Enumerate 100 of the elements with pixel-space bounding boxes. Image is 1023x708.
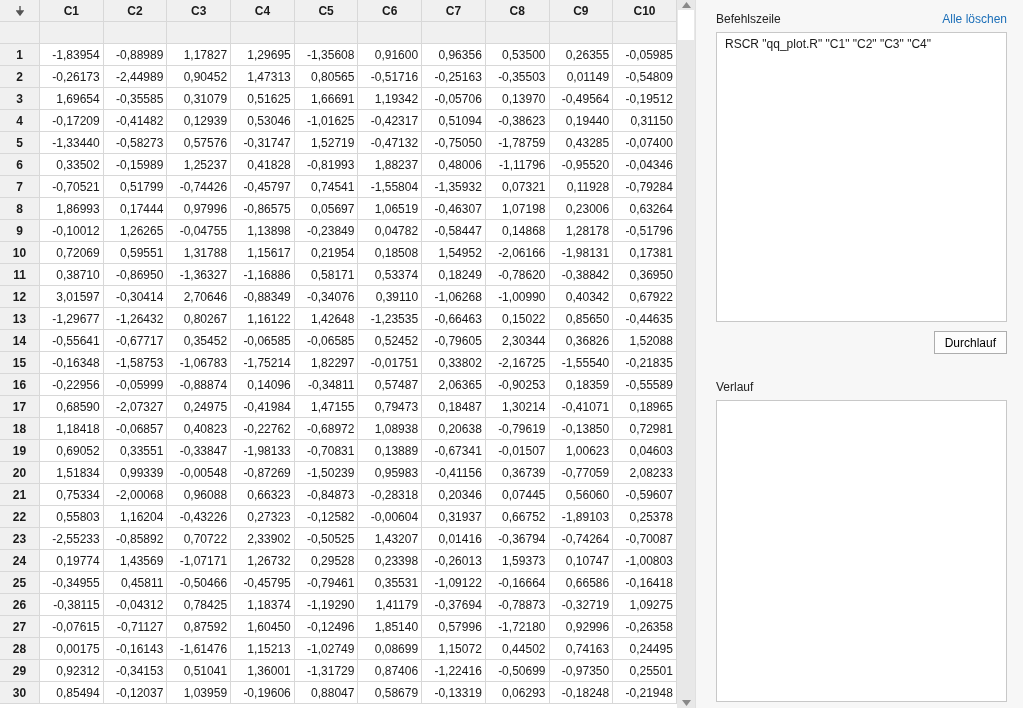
table-cell[interactable]: -1,78759 xyxy=(485,132,550,154)
table-cell[interactable]: -0,44635 xyxy=(613,308,677,330)
table-cell[interactable]: -0,55641 xyxy=(40,330,104,352)
table-cell[interactable]: 1,43569 xyxy=(103,550,168,572)
table-cell[interactable]: 0,87592 xyxy=(167,616,232,638)
table-cell[interactable]: -1,16886 xyxy=(231,264,295,286)
table-cell[interactable]: -0,79461 xyxy=(294,572,359,594)
table-cell[interactable]: -1,07171 xyxy=(167,550,232,572)
table-cell[interactable]: -0,59607 xyxy=(613,484,677,506)
table-cell[interactable]: -0,45797 xyxy=(231,176,295,198)
vertical-scrollbar[interactable] xyxy=(677,0,695,708)
table-cell[interactable]: 0,96088 xyxy=(167,484,232,506)
table-cell[interactable]: 0,14868 xyxy=(485,220,550,242)
sort-arrow-header[interactable] xyxy=(0,0,40,22)
table-cell[interactable]: -0,16418 xyxy=(613,572,677,594)
table-cell[interactable]: -0,66463 xyxy=(422,308,486,330)
table-cell[interactable]: -1,00803 xyxy=(613,550,677,572)
table-cell[interactable]: 1,60450 xyxy=(231,616,295,638)
table-cell[interactable]: 1,15072 xyxy=(422,638,486,660)
row-number[interactable]: 7 xyxy=(0,176,40,198)
table-cell[interactable]: -1,36327 xyxy=(167,264,232,286)
table-cell[interactable]: 0,88047 xyxy=(294,682,359,704)
table-cell[interactable]: -0,54809 xyxy=(613,66,677,88)
table-cell[interactable]: 0,66323 xyxy=(231,484,295,506)
table-cell[interactable]: -0,41984 xyxy=(231,396,295,418)
table-cell[interactable]: 1,52719 xyxy=(294,132,359,154)
table-cell[interactable]: -0,86575 xyxy=(231,198,295,220)
column-name-cell[interactable] xyxy=(485,22,550,44)
table-cell[interactable]: 0,90452 xyxy=(167,66,232,88)
table-cell[interactable]: 1,86993 xyxy=(40,198,104,220)
table-cell[interactable]: -0,38842 xyxy=(549,264,614,286)
table-cell[interactable]: -0,34955 xyxy=(40,572,104,594)
table-cell[interactable]: 0,19774 xyxy=(40,550,104,572)
table-cell[interactable]: 0,23006 xyxy=(549,198,614,220)
table-cell[interactable]: 2,08233 xyxy=(613,462,677,484)
table-cell[interactable]: -0,26013 xyxy=(422,550,486,572)
table-cell[interactable]: -1,31729 xyxy=(294,660,359,682)
table-cell[interactable]: -2,07327 xyxy=(103,396,168,418)
table-cell[interactable]: 0,92996 xyxy=(549,616,614,638)
table-cell[interactable]: 1,25237 xyxy=(167,154,232,176)
table-cell[interactable]: 0,53374 xyxy=(358,264,423,286)
table-cell[interactable]: 1,16204 xyxy=(103,506,168,528)
row-number[interactable]: 6 xyxy=(0,154,40,176)
table-cell[interactable]: -1,83954 xyxy=(40,44,104,66)
table-cell[interactable]: 0,23398 xyxy=(358,550,423,572)
table-cell[interactable]: -0,95520 xyxy=(549,154,614,176)
table-cell[interactable]: 1,07198 xyxy=(485,198,550,220)
table-cell[interactable]: 1,43207 xyxy=(358,528,423,550)
table-cell[interactable]: 0,04603 xyxy=(613,440,677,462)
history-box[interactable] xyxy=(716,400,1007,702)
table-cell[interactable]: 1,47313 xyxy=(231,66,295,88)
table-cell[interactable]: 0,57576 xyxy=(167,132,232,154)
table-cell[interactable]: -0,34811 xyxy=(294,374,359,396)
row-number[interactable]: 21 xyxy=(0,484,40,506)
table-cell[interactable]: 0,26355 xyxy=(549,44,614,66)
table-cell[interactable]: 0,12939 xyxy=(167,110,232,132)
table-cell[interactable]: 0,07445 xyxy=(485,484,550,506)
row-number[interactable]: 11 xyxy=(0,264,40,286)
table-cell[interactable]: 0,36950 xyxy=(613,264,677,286)
table-cell[interactable]: 0,20638 xyxy=(422,418,486,440)
table-cell[interactable]: 0,06293 xyxy=(485,682,550,704)
table-cell[interactable]: -1,35608 xyxy=(294,44,359,66)
command-input[interactable]: RSCR "qq_plot.R" "C1" "C2" "C3" "C4" xyxy=(716,32,1007,322)
table-cell[interactable]: 1,17827 xyxy=(167,44,232,66)
table-cell[interactable]: -0,07400 xyxy=(613,132,677,154)
row-number[interactable]: 3 xyxy=(0,88,40,110)
table-cell[interactable]: 0,69052 xyxy=(40,440,104,462)
table-cell[interactable]: -0,19512 xyxy=(613,88,677,110)
row-number[interactable]: 4 xyxy=(0,110,40,132)
table-cell[interactable]: 0,39110 xyxy=(358,286,423,308)
table-cell[interactable]: -0,67717 xyxy=(103,330,168,352)
table-cell[interactable]: 0,45811 xyxy=(103,572,168,594)
table-cell[interactable]: 0,33802 xyxy=(422,352,486,374)
table-cell[interactable]: -0,26173 xyxy=(40,66,104,88)
table-cell[interactable]: 0,24975 xyxy=(167,396,232,418)
table-cell[interactable]: -0,85892 xyxy=(103,528,168,550)
table-cell[interactable]: 0,13970 xyxy=(485,88,550,110)
table-cell[interactable]: 0,25378 xyxy=(613,506,677,528)
table-cell[interactable]: -0,16664 xyxy=(485,572,550,594)
table-cell[interactable]: -0,49564 xyxy=(549,88,614,110)
table-cell[interactable]: 1,69654 xyxy=(40,88,104,110)
row-number[interactable]: 23 xyxy=(0,528,40,550)
table-cell[interactable]: 0,80267 xyxy=(167,308,232,330)
table-cell[interactable]: -0,45795 xyxy=(231,572,295,594)
table-cell[interactable]: -0,10012 xyxy=(40,220,104,242)
table-cell[interactable]: -1,29677 xyxy=(40,308,104,330)
table-cell[interactable]: -1,75214 xyxy=(231,352,295,374)
table-cell[interactable]: -1,06783 xyxy=(167,352,232,374)
column-name-cell[interactable] xyxy=(103,22,168,44)
table-cell[interactable]: -0,06585 xyxy=(294,330,359,352)
table-cell[interactable]: 0,97996 xyxy=(167,198,232,220)
table-cell[interactable]: -0,12582 xyxy=(294,506,359,528)
table-cell[interactable]: 0,10747 xyxy=(549,550,614,572)
table-cell[interactable]: -0,51796 xyxy=(613,220,677,242)
table-cell[interactable]: -0,12037 xyxy=(103,682,168,704)
table-cell[interactable]: -0,32719 xyxy=(549,594,614,616)
table-cell[interactable]: -0,35503 xyxy=(485,66,550,88)
table-cell[interactable]: 1,88237 xyxy=(358,154,423,176)
table-cell[interactable]: -0,12496 xyxy=(294,616,359,638)
table-cell[interactable]: 0,48006 xyxy=(422,154,486,176)
